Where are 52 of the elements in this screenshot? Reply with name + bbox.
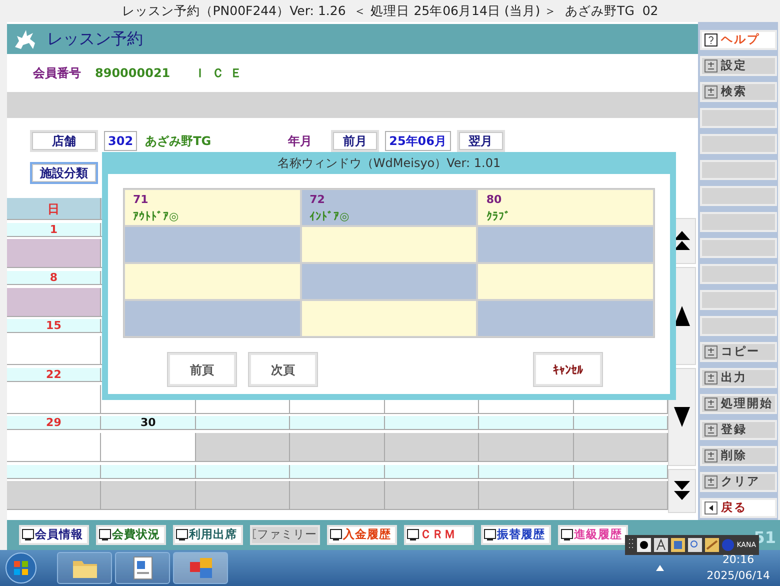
tab-button[interactable]: 利用出席 [173, 525, 243, 545]
option-name: ｲﾝﾄﾞｱ◎ [310, 208, 350, 224]
help-button[interactable]: ヘルプ [700, 30, 777, 50]
sidebar-button[interactable]: 設定 [700, 56, 777, 76]
sidebar-button[interactable]: 検索 [700, 82, 777, 102]
dialog-title: 名称ウィンドウ（WdMeisyo）Ver: 1.01 [276, 155, 502, 172]
sidebar-button[interactable]: 出力 [700, 368, 777, 388]
day-number: 29 [7, 416, 102, 430]
sidebar-button[interactable]: クリア [700, 472, 777, 492]
screen-title: レッスン予約 [47, 28, 143, 50]
cancel-button[interactable]: ｷｬﾝｾﾙ [534, 353, 602, 386]
next-page-button[interactable]: 次頁 [249, 353, 317, 386]
previous-month-button[interactable]: 前月 [331, 130, 380, 152]
store-name: あざみ野TG [145, 133, 212, 150]
option-cell[interactable]: 71 ｱｳﾄﾄﾞｱ◎ [124, 189, 301, 226]
tab-button[interactable]: 進級履歴 [558, 525, 628, 545]
option-code: 80 [486, 192, 503, 208]
sidebar-button[interactable]: 処理開始 [700, 394, 777, 414]
option-code: 72 [310, 192, 326, 208]
window-title: レッスン予約（PN00F244）Ver: 1.26 ＜ 処理日 25年06月14日 (当月) ＞ あざみ野TG 02 [120, 2, 660, 20]
previous-page-button[interactable]: 前頁 [168, 353, 236, 386]
sidebar-button[interactable]: 登録 [700, 420, 777, 440]
day-number: 22 [7, 368, 102, 382]
period-label: 年月 [288, 133, 312, 150]
option-cell[interactable]: 72 ｲﾝﾄﾞｱ◎ [300, 189, 478, 226]
tab-button[interactable]: 会費状況 [96, 525, 166, 545]
tab-button[interactable]: ＣＲＭ [404, 525, 474, 545]
store-button[interactable]: 店舗 [30, 130, 98, 152]
member-number-label: 会員番号 [33, 65, 81, 82]
column-header: 日 [7, 198, 102, 220]
store-code-field[interactable]: 302 [104, 131, 138, 151]
day-number: 30 [101, 416, 196, 430]
day-number: 1 [7, 222, 102, 237]
clock-date: 2025/06/14 [706, 568, 770, 584]
clock-time: 20:16 [721, 552, 756, 568]
member-name: ＩＣＥ [194, 65, 248, 82]
next-month-button[interactable]: 翌月 [456, 130, 505, 152]
member-number: 890000021 [95, 65, 170, 82]
tab-button[interactable]: 振替履歴 [481, 525, 551, 545]
option-name: ｸﾗﾌﾞ [486, 208, 512, 224]
sidebar-button[interactable]: コピー [700, 342, 777, 362]
day-number: 8 [7, 271, 102, 286]
facility-category-button[interactable]: 施設分類 [30, 162, 98, 184]
option-cell[interactable]: 80 ｸﾗﾌﾞ [477, 189, 654, 226]
day-number: 15 [7, 319, 102, 334]
back-button[interactable]: 戻る [700, 498, 777, 518]
tab-button[interactable]: 入金履歴 [327, 525, 397, 545]
period-field[interactable]: 25年06月 [385, 131, 451, 151]
tab-button[interactable]: 会員情報 [19, 525, 89, 545]
sidebar-button[interactable]: 削除 [700, 446, 777, 466]
option-name: ｱｳﾄﾄﾞｱ◎ [133, 208, 180, 224]
option-code: 71 [133, 192, 150, 208]
